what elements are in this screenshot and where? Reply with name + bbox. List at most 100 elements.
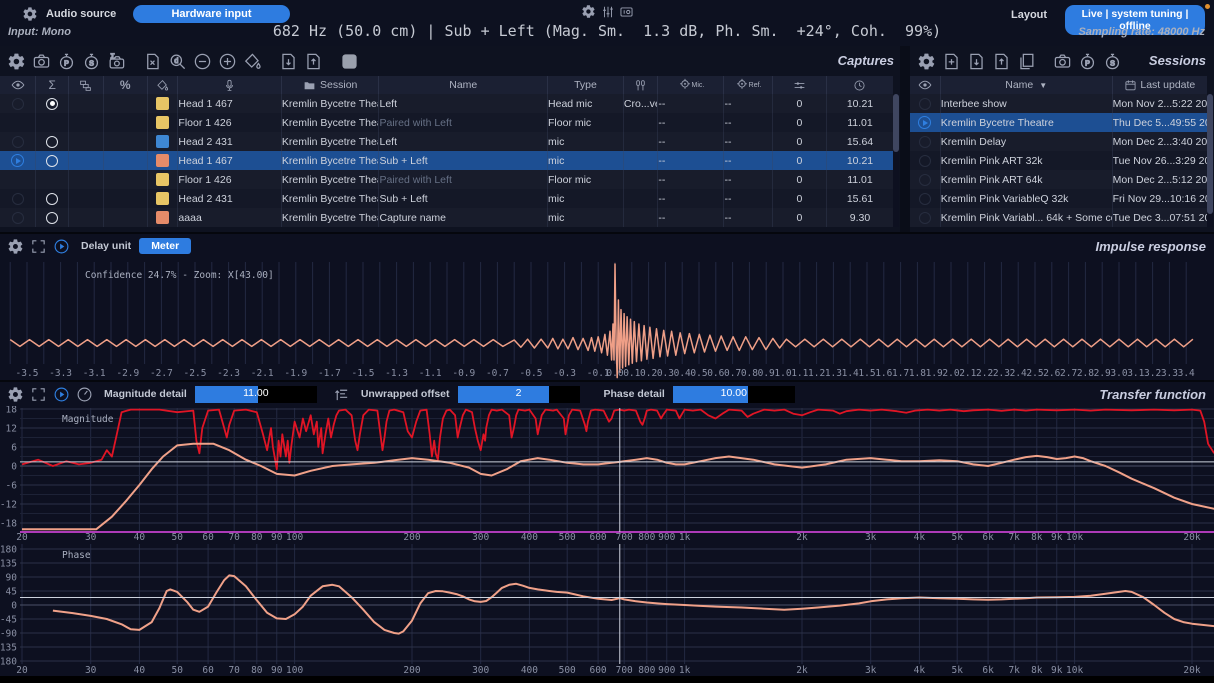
cascade-cell[interactable] <box>68 170 103 189</box>
name-cell[interactable]: Sub + Left <box>378 151 547 170</box>
mic-pair-cell[interactable]: Cro...ver <box>623 94 658 113</box>
gain-cell[interactable]: 0 <box>772 132 826 151</box>
capture-name-cell[interactable]: aaaa <box>177 208 280 227</box>
capture-name-cell[interactable]: Floor 1 426 <box>177 113 280 132</box>
list-item[interactable]: Kremlin Pink Variabl... 64k + Some comme… <box>910 208 1207 227</box>
note-icon[interactable] <box>143 52 162 71</box>
color-swatch[interactable] <box>156 154 169 167</box>
equalizer-icon[interactable] <box>601 5 615 19</box>
color-swatch[interactable] <box>156 116 169 129</box>
visible-toggle[interactable] <box>910 113 940 132</box>
table-row[interactable]: Floor 1 426Kremlin Bycetre TheatrePaired… <box>0 113 893 132</box>
mic-position-cell[interactable]: -- <box>657 132 723 151</box>
gear-icon[interactable] <box>7 52 26 71</box>
col-color[interactable] <box>147 76 178 94</box>
last-update-cell[interactable]: Mon Dec 2...5:12 2024 <box>1112 170 1207 189</box>
name-cell[interactable]: Capture name <box>378 208 547 227</box>
gain-cell[interactable]: 0 <box>772 113 826 132</box>
audio-source-gear-icon[interactable] <box>22 6 38 22</box>
visible-toggle[interactable] <box>0 170 35 189</box>
cascade-cell[interactable] <box>68 132 103 151</box>
time-cell[interactable]: 15.61 <box>826 189 893 208</box>
list-item[interactable]: Kremlin Bycetre TheatreThu Dec 5...49:55… <box>910 113 1207 132</box>
magnitude-chart[interactable]: 181260-6-12-18Magnitude20304050607080901… <box>0 406 1214 542</box>
time-cell[interactable]: 15.64 <box>826 132 893 151</box>
color-swatch[interactable] <box>156 211 169 224</box>
visible-toggle[interactable] <box>0 189 35 208</box>
capture-name-cell[interactable]: Floor 1 426 <box>177 170 280 189</box>
col-session-name[interactable]: Name▼ <box>940 76 1112 94</box>
session-name-cell[interactable]: Kremlin Pink ART 64k <box>940 170 1112 189</box>
doc-up-icon[interactable] <box>304 52 323 71</box>
name-cell[interactable]: Left <box>378 132 547 151</box>
minus-icon[interactable] <box>193 52 212 71</box>
color-cell[interactable] <box>147 113 178 132</box>
col-percent[interactable]: % <box>103 76 147 94</box>
gain-cell[interactable]: 0 <box>772 170 826 189</box>
type-cell[interactable]: mic <box>547 189 623 208</box>
color-cell[interactable] <box>147 170 178 189</box>
sum-toggle[interactable] <box>35 170 68 189</box>
ref-position-cell[interactable]: -- <box>723 94 771 113</box>
cascade-cell[interactable] <box>68 94 103 113</box>
ref-position-cell[interactable]: -- <box>723 151 771 170</box>
impulse-fullscreen-icon[interactable] <box>30 238 47 255</box>
stopwatch-s-icon[interactable] <box>1103 52 1122 71</box>
type-cell[interactable]: mic <box>547 132 623 151</box>
capture-name-cell[interactable]: Head 1 467 <box>177 94 280 113</box>
col-session-visible[interactable] <box>910 76 940 94</box>
col-mic-pair[interactable] <box>623 76 658 94</box>
list-item[interactable]: Kremlin Pink ART 64kMon Dec 2...5:12 202… <box>910 170 1207 189</box>
last-update-cell[interactable]: Tue Nov 26...3:29 2024 <box>1112 151 1207 170</box>
visible-toggle[interactable] <box>0 94 35 113</box>
capture-name-cell[interactable]: Head 2 431 <box>177 132 280 151</box>
session-cell[interactable]: Kremlin Bycetre Theatre <box>281 170 379 189</box>
visible-toggle[interactable] <box>0 113 35 132</box>
percent-cell[interactable] <box>103 132 147 151</box>
session-name-cell[interactable]: Kremlin Bycetre Theatre <box>940 113 1112 132</box>
visible-toggle[interactable] <box>910 208 940 227</box>
visible-toggle[interactable] <box>910 189 940 208</box>
sum-toggle[interactable] <box>35 151 68 170</box>
last-update-cell[interactable]: Fri Nov 29...10:16 2024 <box>1112 189 1207 208</box>
gain-cell[interactable]: 0 <box>772 94 826 113</box>
col-sum[interactable]: Σ <box>35 76 68 94</box>
ref-position-cell[interactable]: -- <box>723 113 771 132</box>
session-cell[interactable]: Kremlin Bycetre Theatre <box>281 208 379 227</box>
visible-toggle[interactable] <box>0 208 35 227</box>
table-row[interactable]: Head 1 467Kremlin Bycetre TheatreSub + L… <box>0 151 893 170</box>
table-row[interactable]: Head 2 431Kremlin Bycetre TheatreSub + L… <box>0 189 893 208</box>
percent-cell[interactable] <box>103 189 147 208</box>
col-ref-position[interactable]: Ref. <box>723 76 771 94</box>
color-cell[interactable] <box>147 208 178 227</box>
capture-name-cell[interactable]: Head 1 467 <box>177 151 280 170</box>
camera-icon[interactable] <box>1053 52 1072 71</box>
percent-cell[interactable] <box>103 151 147 170</box>
sum-radio[interactable] <box>46 193 58 205</box>
ref-position-cell[interactable]: -- <box>723 170 771 189</box>
table-row[interactable]: Floor 1 426Kremlin Bycetre TheatrePaired… <box>0 170 893 189</box>
stopwatch-p-icon[interactable] <box>57 52 76 71</box>
col-mic-position[interactable]: Mic. <box>657 76 723 94</box>
mic-position-cell[interactable]: -- <box>657 208 723 227</box>
time-cell[interactable]: 11.01 <box>826 170 893 189</box>
color-cell[interactable] <box>147 189 178 208</box>
sum-toggle[interactable] <box>35 189 68 208</box>
list-item[interactable]: Kremlin Pink ART 32kTue Nov 26...3:29 20… <box>910 151 1207 170</box>
gain-cell[interactable]: 0 <box>772 151 826 170</box>
session-cell[interactable]: Kremlin Bycetre Theatre <box>281 132 379 151</box>
impulse-settings-gear-icon[interactable] <box>7 238 24 255</box>
doc-copy-icon[interactable] <box>1017 52 1036 71</box>
swatch-icon[interactable] <box>340 52 359 71</box>
gain-cell[interactable]: 0 <box>772 208 826 227</box>
sum-toggle[interactable] <box>35 132 68 151</box>
hardware-input-button[interactable]: Hardware input <box>133 5 290 23</box>
visible-toggle[interactable] <box>910 132 940 151</box>
col-time[interactable] <box>826 76 893 94</box>
mic-pair-cell[interactable] <box>623 208 658 227</box>
gain-cell[interactable]: 0 <box>772 189 826 208</box>
io-levels-icon[interactable] <box>619 5 634 19</box>
delay-unit-meter-button[interactable]: Meter <box>139 238 191 254</box>
camera-icon[interactable] <box>32 52 51 71</box>
session-name-cell[interactable]: Kremlin Pink VariableQ 32k <box>940 189 1112 208</box>
